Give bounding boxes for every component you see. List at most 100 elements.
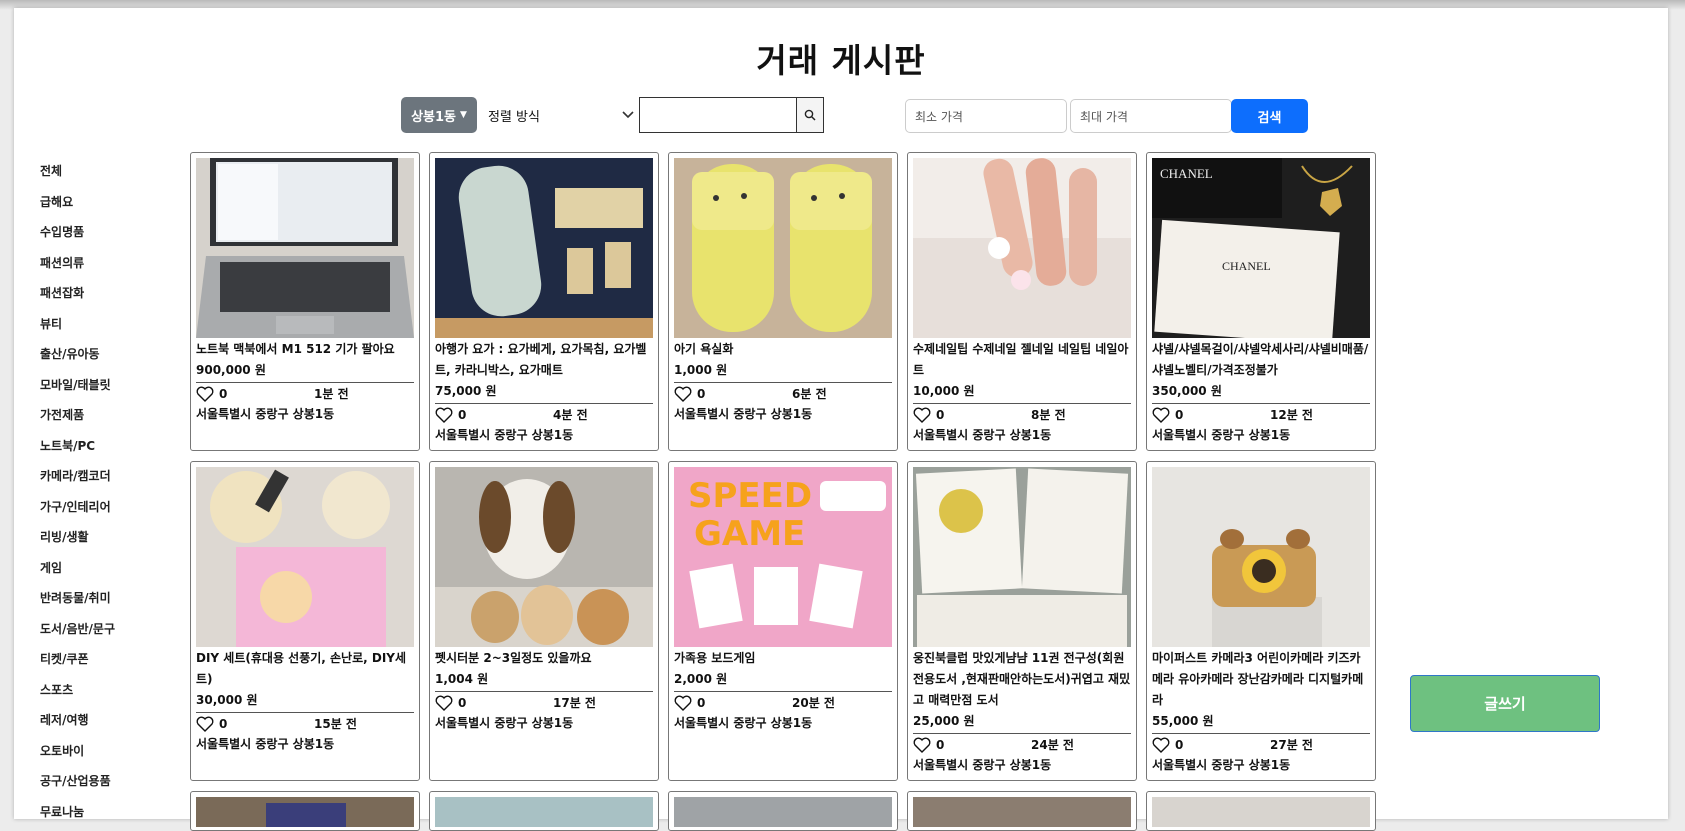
product-thumbnail: CHANEL CHANEL xyxy=(1152,158,1370,338)
category-item[interactable]: 레저/여행 xyxy=(40,705,170,736)
product-title: 웅진북클럽 맛있게냠냠 11권 전구성(회원전용도서 ,현재판매안하는도서)귀엽… xyxy=(913,651,1131,707)
product-meta: 0 4분 전 xyxy=(435,403,653,425)
product-card[interactable]: DIY 세트(휴대용 선풍기, 손난로, DIY세트) 30,000 원 0 1… xyxy=(190,461,420,781)
posted-time: 1분 전 xyxy=(314,387,349,401)
product-card[interactable]: SPEED GAME 가족용 보드게임 2,000 원 0 20분 전 서울특별… xyxy=(668,461,898,781)
category-item[interactable]: 패션의류 xyxy=(40,248,170,279)
category-item[interactable]: 노트북/PC xyxy=(40,431,170,462)
product-thumbnail: SPEED GAME xyxy=(674,467,892,647)
category-item[interactable]: 카메라/캠코더 xyxy=(40,461,170,492)
product-card[interactable] xyxy=(668,791,898,831)
heart-icon[interactable] xyxy=(674,695,692,711)
like-count: 0 xyxy=(936,737,945,752)
product-title: 아기 욕실화 xyxy=(674,342,734,356)
heart-icon[interactable] xyxy=(435,695,453,711)
search-input[interactable] xyxy=(639,97,796,133)
category-item[interactable]: 오토바이 xyxy=(40,736,170,767)
svg-text:GAME: GAME xyxy=(694,514,805,554)
posted-time: 27분 전 xyxy=(1270,738,1313,752)
product-price: 55,000 원 xyxy=(1152,714,1214,728)
product-title: DIY 세트(휴대용 선풍기, 손난로, DIY세트) xyxy=(196,651,407,686)
category-item[interactable]: 반려동물/취미 xyxy=(40,583,170,614)
like-count: 0 xyxy=(697,386,706,401)
category-item[interactable]: 출산/유아동 xyxy=(40,339,170,370)
product-meta: 0 12분 전 xyxy=(1152,403,1370,425)
category-item[interactable]: 무료나눔 xyxy=(40,797,170,828)
category-item[interactable]: 스포츠 xyxy=(40,675,170,706)
product-location: 서울특별시 중랑구 상봉1동 xyxy=(1152,428,1291,442)
product-price: 350,000 원 xyxy=(1152,384,1222,398)
min-price-input[interactable]: 최소 가격 xyxy=(905,99,1067,133)
min-price-placeholder: 최소 가격 xyxy=(915,109,963,124)
product-location: 서울특별시 중랑구 상봉1동 xyxy=(196,407,335,421)
product-card[interactable]: 아행가 요가 : 요가베게, 요가목침, 요가벨트, 카라니박스, 요가매트 7… xyxy=(429,152,659,451)
like-count: 0 xyxy=(219,716,228,731)
product-thumbnail xyxy=(913,158,1131,338)
category-item[interactable]: 모바일/태블릿 xyxy=(40,370,170,401)
max-price-input[interactable]: 최대 가격 xyxy=(1070,99,1232,133)
product-location: 서울특별시 중랑구 상봉1동 xyxy=(674,407,813,421)
category-item[interactable]: 리빙/생활 xyxy=(40,522,170,553)
product-card[interactable] xyxy=(907,791,1137,831)
product-title: 수제네일팁 수제네일 젤네일 네일팁 네일아트 xyxy=(913,342,1129,377)
product-thumbnail xyxy=(1152,797,1370,827)
product-card[interactable] xyxy=(429,791,659,831)
like-count: 0 xyxy=(697,695,706,710)
heart-icon[interactable] xyxy=(1152,737,1170,753)
price-search-button[interactable]: 검색 xyxy=(1231,99,1308,133)
product-location: 서울특별시 중랑구 상봉1동 xyxy=(913,428,1052,442)
posted-time: 15분 전 xyxy=(314,717,357,731)
product-price: 900,000 원 xyxy=(196,363,266,377)
posted-time: 4분 전 xyxy=(553,408,588,422)
product-card[interactable] xyxy=(1146,791,1376,831)
product-meta: 0 1분 전 xyxy=(196,382,414,404)
category-item[interactable]: 도서/음반/문구 xyxy=(40,614,170,645)
product-price: 25,000 원 xyxy=(913,714,975,728)
svg-text:CHANEL: CHANEL xyxy=(1222,259,1271,273)
region-dropdown-button[interactable]: 상봉1동 ▼ xyxy=(401,97,477,133)
product-card[interactable] xyxy=(190,791,420,831)
category-item[interactable]: 가구/인테리어 xyxy=(40,492,170,523)
product-thumbnail xyxy=(196,467,414,647)
category-item[interactable]: 가전제품 xyxy=(40,400,170,431)
heart-icon[interactable] xyxy=(1152,407,1170,423)
product-card[interactable]: 펫시터분 2~3일정도 있을까요 1,004 원 0 17분 전 서울특별시 중… xyxy=(429,461,659,781)
sort-select[interactable]: 정렬 방식 xyxy=(477,97,645,133)
product-title: 펫시터분 2~3일정도 있을까요 xyxy=(435,651,592,665)
heart-icon[interactable] xyxy=(913,407,931,423)
heart-icon[interactable] xyxy=(435,407,453,423)
posted-time: 20분 전 xyxy=(792,696,835,710)
posted-time: 12분 전 xyxy=(1270,408,1313,422)
heart-icon[interactable] xyxy=(913,737,931,753)
category-item[interactable]: 전체 xyxy=(40,156,170,187)
product-title: 가족용 보드게임 xyxy=(674,651,756,665)
heart-icon[interactable] xyxy=(196,386,214,402)
heart-icon[interactable] xyxy=(196,716,214,732)
category-item[interactable]: 수입명품 xyxy=(40,217,170,248)
product-location: 서울특별시 중랑구 상봉1동 xyxy=(435,428,574,442)
product-card[interactable]: CHANEL CHANEL 샤넬/샤넬목걸이/샤넬악세사리/샤넬비매품/샤넬노벨… xyxy=(1146,152,1376,451)
product-card[interactable]: 수제네일팁 수제네일 젤네일 네일팁 네일아트 10,000 원 0 8분 전 … xyxy=(907,152,1137,451)
page-title: 거래 게시판 xyxy=(756,41,926,80)
category-item[interactable]: 공구/산업용품 xyxy=(40,766,170,797)
category-item[interactable]: 티켓/쿠폰 xyxy=(40,644,170,675)
product-card[interactable]: 아기 욕실화 1,000 원 0 6분 전 서울특별시 중랑구 상봉1동 xyxy=(668,152,898,451)
product-location: 서울특별시 중랑구 상봉1동 xyxy=(435,716,574,730)
category-item[interactable]: 뷰티 xyxy=(40,309,170,340)
category-item[interactable]: 패션잡화 xyxy=(40,278,170,309)
write-post-button[interactable]: 글쓰기 xyxy=(1410,675,1600,732)
category-item[interactable]: 급해요 xyxy=(40,187,170,218)
product-card[interactable]: 노트북 맥북에서 M1 512 기가 팔아요 900,000 원 0 1분 전 … xyxy=(190,152,420,451)
category-item[interactable]: 게임 xyxy=(40,553,170,584)
heart-icon[interactable] xyxy=(674,386,692,402)
product-thumbnail xyxy=(674,158,892,338)
chevron-down-icon xyxy=(622,108,634,122)
product-card[interactable]: 마이퍼스트 카메라3 어린이카메라 키즈카메라 유아카메라 장난감카메라 디지털… xyxy=(1146,461,1376,781)
svg-text:CHANEL: CHANEL xyxy=(1160,166,1213,181)
region-label: 상봉1동 xyxy=(411,109,456,125)
product-thumbnail xyxy=(913,467,1131,647)
category-sidebar: 전체 급해요 수입명품 패션의류 패션잡화 뷰티 출산/유아동 모바일/태블릿 … xyxy=(40,156,170,827)
product-card[interactable]: 웅진북클럽 맛있게냠냠 11권 전구성(회원전용도서 ,현재판매안하는도서)귀엽… xyxy=(907,461,1137,781)
posted-time: 17분 전 xyxy=(553,696,596,710)
search-button[interactable] xyxy=(796,97,824,133)
